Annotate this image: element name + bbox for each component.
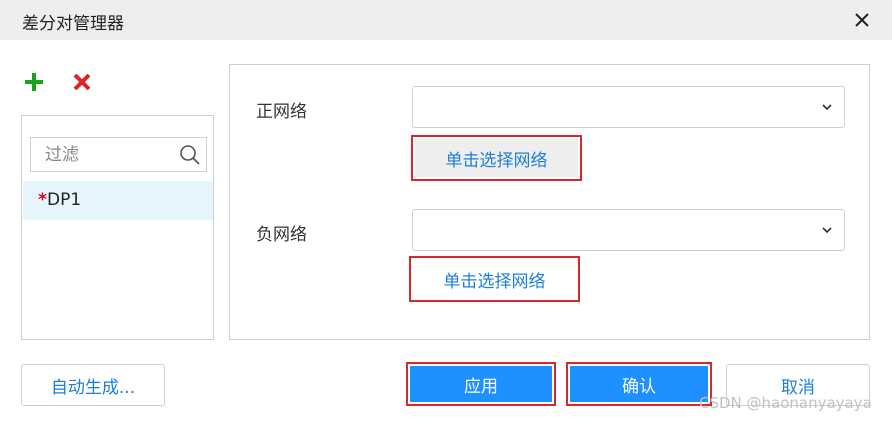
pick-positive-net-button[interactable]: 单击选择网络 [411,135,582,181]
list-item-label: DP1 [47,190,82,210]
net-settings-panel: 正网络 单击选择网络 负网络 单击选择网络 [229,64,870,340]
pick-negative-net-label: 单击选择网络 [413,260,576,298]
close-icon [855,13,869,27]
title-bar: 差分对管理器 [0,0,892,40]
add-diff-pair-button[interactable] [22,70,46,94]
delete-diff-pair-button[interactable] [70,70,94,94]
pick-positive-net-label: 单击选择网络 [415,139,578,177]
watermark: CSDN @haonanyayaya [699,394,872,412]
modified-marker: * [38,190,47,210]
negative-net-select[interactable] [412,209,845,251]
auto-generate-button[interactable]: 自动生成... [21,364,165,406]
ok-button[interactable]: 确认 [566,362,712,406]
chevron-down-icon [822,227,832,234]
pick-negative-net-button[interactable]: 单击选择网络 [409,256,580,302]
dialog-title: 差分对管理器 [22,14,124,34]
negative-net-label: 负网络 [256,225,307,245]
filter-box [30,137,207,172]
positive-net-label: 正网络 [256,102,307,122]
search-icon[interactable] [179,144,201,166]
apply-button-label: 应用 [410,366,552,402]
chevron-down-icon [822,104,832,111]
filter-input[interactable] [35,141,175,168]
positive-net-select[interactable] [412,86,845,128]
x-icon [73,73,91,91]
apply-button[interactable]: 应用 [406,362,556,406]
ok-button-label: 确认 [570,366,708,402]
list-item-dp1[interactable]: * DP1 [23,181,213,220]
close-button[interactable] [846,4,878,36]
diff-pair-list-panel: * DP1 [21,115,214,340]
plus-icon [25,73,43,91]
